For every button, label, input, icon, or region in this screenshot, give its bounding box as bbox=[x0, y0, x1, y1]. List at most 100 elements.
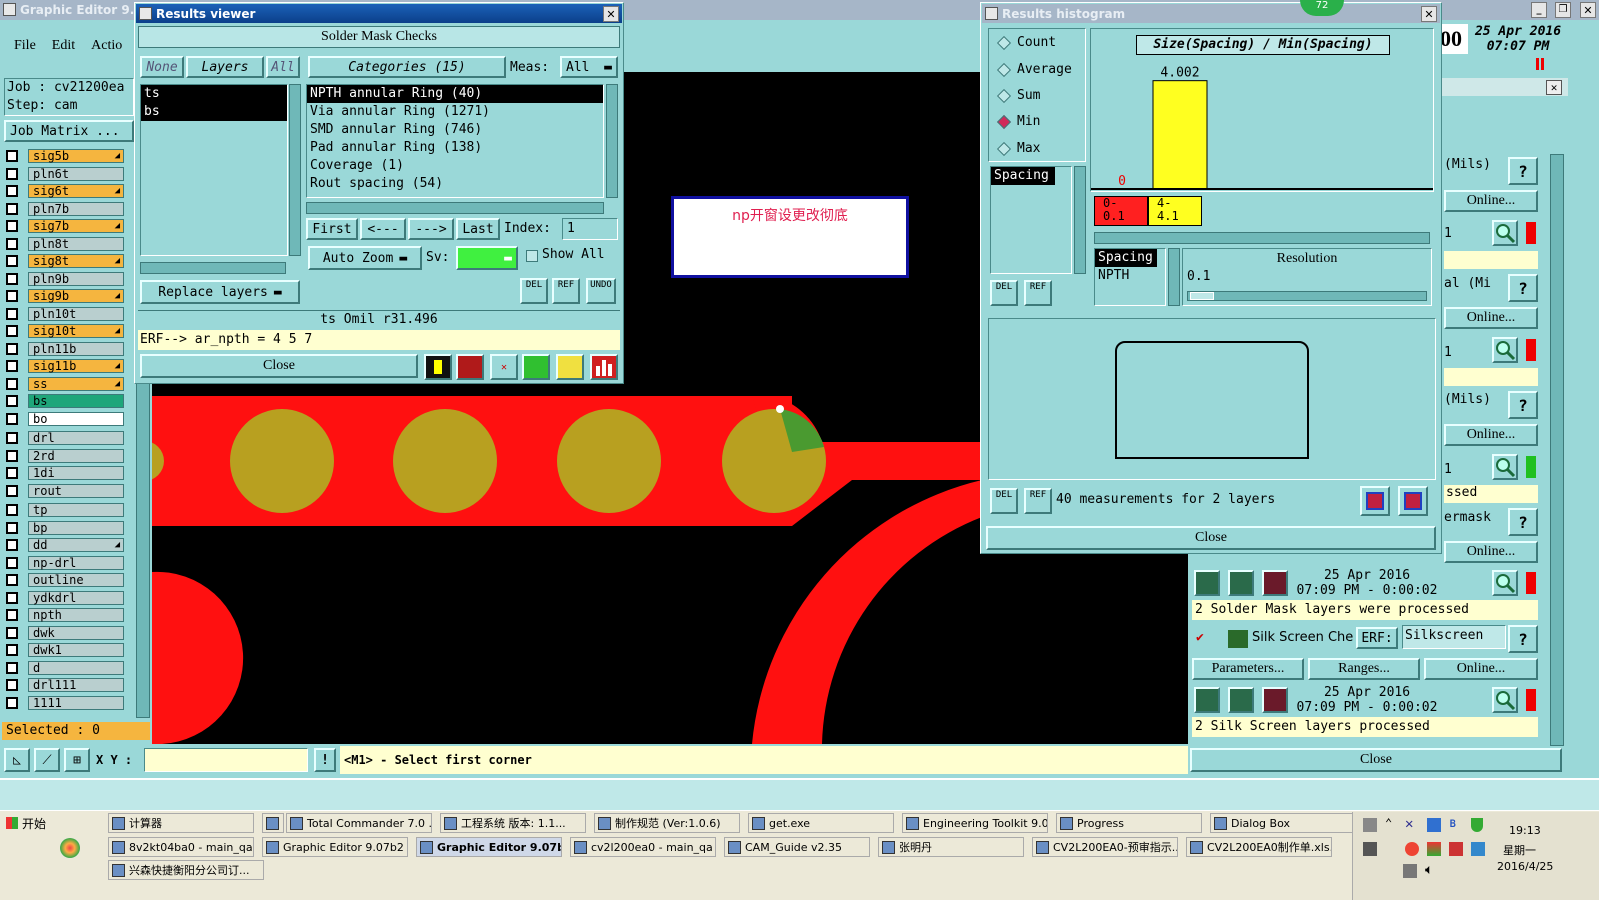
layer-row-outline[interactable]: outline bbox=[6, 572, 124, 588]
tray-icon-3[interactable] bbox=[1405, 842, 1419, 856]
tray-icon-4[interactable] bbox=[1427, 842, 1441, 856]
rv-meas-select[interactable]: All ▬ bbox=[560, 56, 618, 78]
taskbar-button[interactable]: CAM_Guide v2.35 bbox=[724, 837, 870, 857]
rv-last-button[interactable]: Last bbox=[456, 218, 500, 240]
layer-checkbox[interactable] bbox=[6, 150, 18, 162]
layer-name[interactable]: sig10t bbox=[28, 324, 124, 338]
layer-row-sig5b[interactable]: sig5b ◢ bbox=[6, 148, 124, 164]
hist-spacing-item[interactable]: Spacing bbox=[991, 167, 1055, 185]
layer-name[interactable]: sig7b bbox=[28, 219, 124, 233]
job-matrix-button[interactable]: Job Matrix ... bbox=[4, 120, 134, 142]
layer-name[interactable]: bs bbox=[28, 394, 124, 408]
layer-row-1111[interactable]: 1111 bbox=[6, 695, 124, 711]
layer-row-pln8t[interactable]: pln8t bbox=[6, 236, 124, 252]
help-button-5[interactable]: ? bbox=[1508, 625, 1538, 653]
hist-spacing-scrollbar[interactable] bbox=[1074, 166, 1086, 274]
layer-checkbox[interactable] bbox=[6, 395, 18, 407]
run-icon-1[interactable] bbox=[1194, 570, 1220, 596]
menu-file[interactable]: File bbox=[14, 38, 36, 54]
taskbar-button[interactable]: 制作规范 (Ver:1.0.6) bbox=[594, 813, 740, 833]
layer-name[interactable]: bo bbox=[28, 411, 124, 426]
tray-x-icon[interactable]: ✕ bbox=[1405, 816, 1413, 832]
right-panel-scrollbar[interactable] bbox=[1550, 154, 1564, 746]
layer-checkbox[interactable] bbox=[6, 504, 18, 516]
hist-del-button-2[interactable]: DEL bbox=[990, 488, 1018, 514]
restore-icon[interactable]: ❐ bbox=[1555, 2, 1571, 18]
rv-index-input[interactable]: 1 bbox=[562, 218, 618, 240]
layer-name[interactable]: drl111 bbox=[28, 678, 124, 692]
silk-erf-field[interactable]: Silkscreen bbox=[1402, 625, 1506, 649]
layer-checkbox[interactable] bbox=[6, 342, 18, 355]
rv-prev-button[interactable]: <--- bbox=[360, 218, 406, 240]
close-icon[interactable]: ✕ bbox=[1580, 2, 1596, 18]
info-icon[interactable]: ! bbox=[314, 748, 336, 772]
run-icon-2[interactable] bbox=[1228, 570, 1254, 596]
layer-name[interactable]: 1di bbox=[28, 466, 124, 480]
rv-cat-item[interactable]: Rout spacing (54) bbox=[307, 175, 603, 193]
help-button-3[interactable]: ? bbox=[1508, 391, 1538, 419]
layer-row-bs[interactable]: bs bbox=[6, 393, 124, 409]
rv-category-scrollbar[interactable] bbox=[606, 84, 618, 198]
rv-layers-button[interactable]: Layers bbox=[186, 56, 264, 78]
tray-icon-2[interactable] bbox=[1363, 842, 1377, 856]
layer-name[interactable]: pln8t bbox=[28, 236, 124, 251]
xy-input[interactable] bbox=[144, 748, 308, 772]
taskbar-button[interactable]: 工程系统 版本: 1.1... bbox=[440, 813, 586, 833]
rv-tool-icon-4[interactable] bbox=[522, 354, 550, 380]
hist-ref-button[interactable]: REF bbox=[1024, 280, 1052, 306]
run-icon-5[interactable] bbox=[1228, 687, 1254, 713]
hist-close-button[interactable]: Close bbox=[986, 526, 1436, 550]
layer-name[interactable]: ss bbox=[28, 376, 124, 391]
layer-checkbox[interactable] bbox=[6, 679, 18, 691]
tray-up-icon[interactable]: ⌃ bbox=[1385, 816, 1392, 830]
run-icon-4[interactable] bbox=[1194, 687, 1220, 713]
volume-icon[interactable]: 🔈︎ bbox=[1425, 862, 1433, 878]
layer-checkbox[interactable] bbox=[6, 449, 18, 462]
layer-checkbox[interactable] bbox=[6, 290, 18, 302]
layer-name[interactable]: tp bbox=[28, 503, 124, 517]
rv-layer-hscroll[interactable] bbox=[140, 262, 286, 274]
layer-checkbox[interactable] bbox=[6, 377, 18, 390]
taskbar-button[interactable]: Engineering Toolkit 9.0... bbox=[902, 813, 1048, 833]
layer-checkbox[interactable] bbox=[6, 272, 18, 285]
rv-cat-item[interactable]: Coverage (1) bbox=[307, 157, 603, 175]
menu-edit[interactable]: Edit bbox=[52, 38, 75, 54]
layer-row-np-drl[interactable]: np-drl bbox=[6, 555, 124, 571]
hist-ref-button-2[interactable]: REF bbox=[1024, 488, 1052, 514]
measure-icon[interactable]: ⟋ bbox=[34, 748, 60, 772]
quicklaunch-icon[interactable] bbox=[60, 838, 80, 858]
taskbar-button[interactable]: get.exe bbox=[748, 813, 894, 833]
taskbar-button[interactable]: 8v2kt04ba0 - main_qa bbox=[108, 837, 254, 857]
layer-checkbox[interactable] bbox=[6, 255, 18, 267]
rv-category-hscroll[interactable] bbox=[306, 202, 604, 214]
layer-name[interactable]: d bbox=[28, 660, 124, 675]
taskbar-button[interactable]: CV2L200EA0制作单.xls... bbox=[1186, 837, 1332, 857]
layer-name[interactable]: np-drl bbox=[28, 555, 124, 570]
layer-name[interactable]: outline bbox=[28, 573, 124, 587]
layer-row-1di[interactable]: 1di bbox=[6, 465, 124, 481]
hist-hscroll[interactable] bbox=[1094, 232, 1430, 244]
layer-row-npth[interactable]: npth bbox=[6, 607, 124, 623]
rv-layer-scrollbar[interactable] bbox=[289, 84, 301, 256]
layer-name[interactable]: sig9b bbox=[28, 289, 124, 303]
hist-bin-label-0[interactable]: 0- 0.1 bbox=[1094, 196, 1148, 226]
layer-checkbox[interactable] bbox=[6, 432, 18, 444]
rv-cat-item[interactable]: Pad annular Ring (138) bbox=[307, 139, 603, 157]
rv-cat-item[interactable]: Via annular Ring (1271) bbox=[307, 103, 603, 121]
start-button[interactable]: 开始 bbox=[2, 812, 60, 834]
rv-tool-icon-3[interactable]: ✕ bbox=[490, 354, 518, 380]
taskbar-button[interactable]: 张明丹 bbox=[878, 837, 1024, 857]
layer-row-pln11b[interactable]: pln11b bbox=[6, 341, 124, 357]
taskbar-button[interactable]: cv2l200ea0 - main_qa bbox=[570, 837, 716, 857]
hist-close-icon[interactable]: ✕ bbox=[1421, 6, 1437, 22]
hist-selection-scrollbar[interactable] bbox=[1168, 248, 1180, 306]
layer-row-drl111[interactable]: drl111 bbox=[6, 677, 124, 693]
layer-checkbox[interactable] bbox=[6, 484, 18, 497]
taskbar-button[interactable]: CV2L200EA0-预审指示... bbox=[1032, 837, 1178, 857]
layer-name[interactable]: dd bbox=[28, 538, 124, 552]
layer-row-pln10t[interactable]: pln10t bbox=[6, 306, 124, 322]
snap-icon[interactable]: ◺ bbox=[4, 748, 30, 772]
hist-resolution-slider[interactable] bbox=[1187, 291, 1427, 301]
layer-row-pln6t[interactable]: pln6t bbox=[6, 166, 124, 182]
taskbar-button[interactable]: Total Commander 7.0 ... bbox=[286, 813, 432, 833]
